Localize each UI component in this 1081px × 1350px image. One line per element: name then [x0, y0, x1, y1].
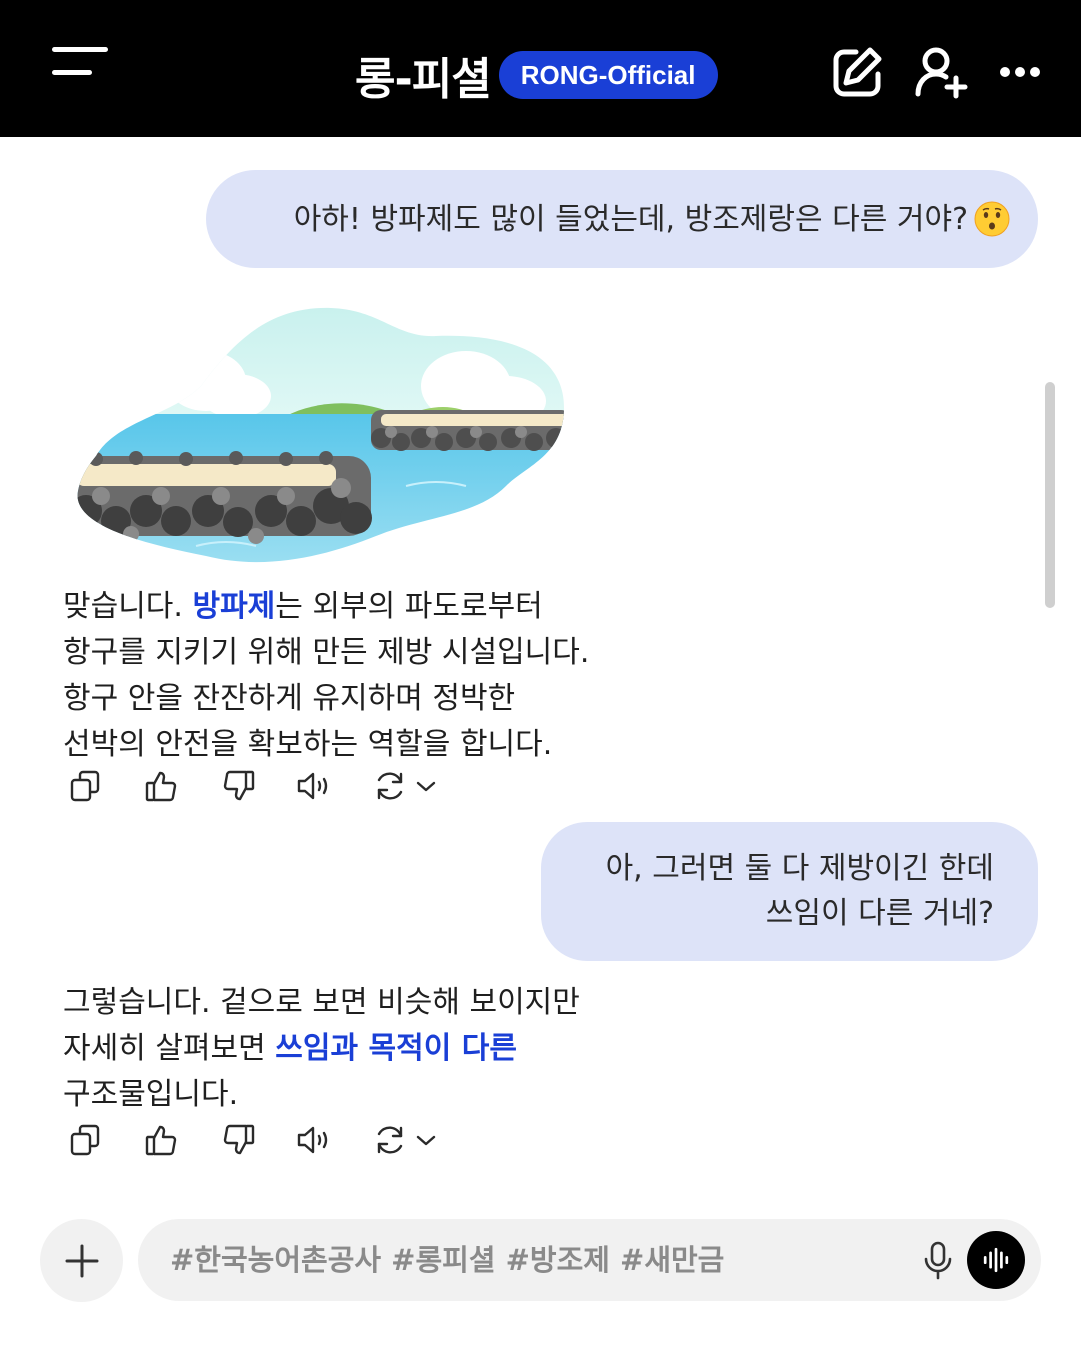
copy-icon[interactable]: [66, 1120, 106, 1160]
hushed-face-emoji: [974, 201, 1010, 237]
bot-message-line: 자세히 살펴보면 쓰임과 목적이 다른: [63, 1031, 517, 1066]
user-message: 아하! 방파제도 많이 들었는데, 방조제랑은 다른 거야?: [206, 170, 1038, 268]
voice-wave-icon[interactable]: [967, 1231, 1025, 1289]
thumbs-down-icon[interactable]: [218, 766, 258, 806]
edit-icon[interactable]: [830, 44, 886, 100]
user-message-text: 아, 그러면 둘 다 제방이긴 한데: [605, 851, 994, 886]
menu-icon[interactable]: [48, 44, 112, 84]
regenerate-icon[interactable]: [370, 766, 410, 806]
official-badge: RONG-Official: [498, 51, 718, 99]
message-input[interactable]: [170, 1219, 910, 1301]
app-header: 롱-피셜 RONG-Official: [0, 0, 1081, 137]
message-composer: [138, 1219, 1041, 1301]
bot-message-line: 선박의 안전을 확보하는 역할을 합니다.: [63, 727, 553, 762]
user-message: 아, 그러면 둘 다 제방이긴 한데 쓰임이 다른 거네?: [541, 822, 1038, 961]
speaker-icon[interactable]: [294, 766, 334, 806]
bot-message-line: 구조물입니다.: [63, 1077, 239, 1112]
user-message-text: 아하! 방파제도 많이 들었는데, 방조제랑은 다른 거야?: [293, 201, 968, 237]
bot-message-line: 맞습니다. 방파제는 외부의 파도로부터: [63, 589, 543, 624]
page-title: 롱-피셜: [355, 54, 492, 105]
user-message-text: 쓰임이 다른 거네?: [765, 896, 994, 931]
more-icon[interactable]: [993, 44, 1049, 100]
regenerate-icon[interactable]: [370, 1120, 410, 1160]
bot-message: 그렇습니다. 겉으로 보면 비슷해 보이지만 자세히 살펴보면 쓰임과 목적이 …: [63, 980, 580, 1118]
thumbs-up-icon[interactable]: [142, 766, 182, 806]
scrollbar-thumb[interactable]: [1045, 382, 1055, 608]
mic-icon[interactable]: [918, 1240, 958, 1280]
bot-message-line: 항구를 지키기 위해 만든 제방 시설입니다.: [63, 635, 590, 670]
chevron-down-icon[interactable]: [406, 1120, 446, 1160]
title-group: 롱-피셜 RONG-Official: [355, 44, 718, 106]
breakwater-illustration: [77, 307, 565, 563]
highlight-text: 방파제: [192, 589, 276, 624]
speaker-icon[interactable]: [294, 1120, 334, 1160]
thumbs-down-icon[interactable]: [218, 1120, 258, 1160]
highlight-text: 쓰임과 목적이 다른: [275, 1031, 517, 1066]
chevron-down-icon[interactable]: [406, 766, 446, 806]
bot-message-line: 그렇습니다. 겉으로 보면 비슷해 보이지만: [63, 985, 580, 1020]
bot-message-line: 항구 안을 잔잔하게 유지하며 정박한: [63, 681, 516, 716]
plus-icon[interactable]: [40, 1219, 123, 1302]
add-user-icon[interactable]: [912, 44, 968, 100]
thumbs-up-icon[interactable]: [142, 1120, 182, 1160]
bot-message: 맞습니다. 방파제는 외부의 파도로부터 항구를 지키기 위해 만든 제방 시설…: [63, 584, 589, 768]
copy-icon[interactable]: [66, 766, 106, 806]
